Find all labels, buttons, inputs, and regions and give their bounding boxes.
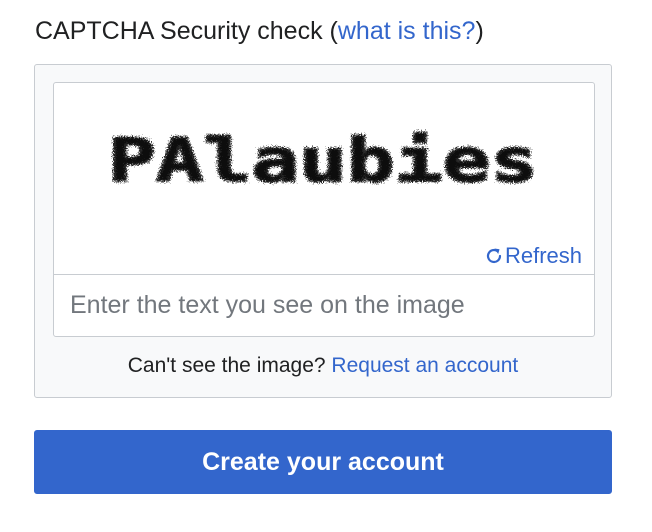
- captcha-form: CAPTCHA Security check (what is this?) P…: [0, 0, 652, 532]
- refresh-icon: [486, 248, 502, 264]
- cant-see-text: Can't see the image?: [127, 354, 326, 377]
- refresh-label: Refresh: [504, 243, 582, 268]
- close-paren: ): [475, 17, 484, 45]
- refresh-button[interactable]: Refresh: [484, 241, 582, 271]
- captcha-panel: PAlaubies Refresh Can't see the image? R…: [34, 64, 612, 398]
- captcha-heading: CAPTCHA Security check (what is this?): [35, 14, 484, 48]
- captcha-box: PAlaubies Refresh: [53, 82, 595, 337]
- captcha-input[interactable]: [54, 275, 594, 336]
- captcha-image: PAlaubies: [107, 125, 539, 197]
- request-account-link[interactable]: Request an account: [331, 354, 518, 377]
- captcha-text: PAlaubies: [108, 126, 538, 196]
- what-is-this-link[interactable]: what is this?: [338, 17, 476, 45]
- open-paren: (: [329, 17, 338, 45]
- captcha-title: CAPTCHA Security check: [35, 17, 323, 45]
- captcha-help: Can't see the image? Request an account: [35, 352, 611, 380]
- create-account-button[interactable]: Create your account: [34, 430, 612, 494]
